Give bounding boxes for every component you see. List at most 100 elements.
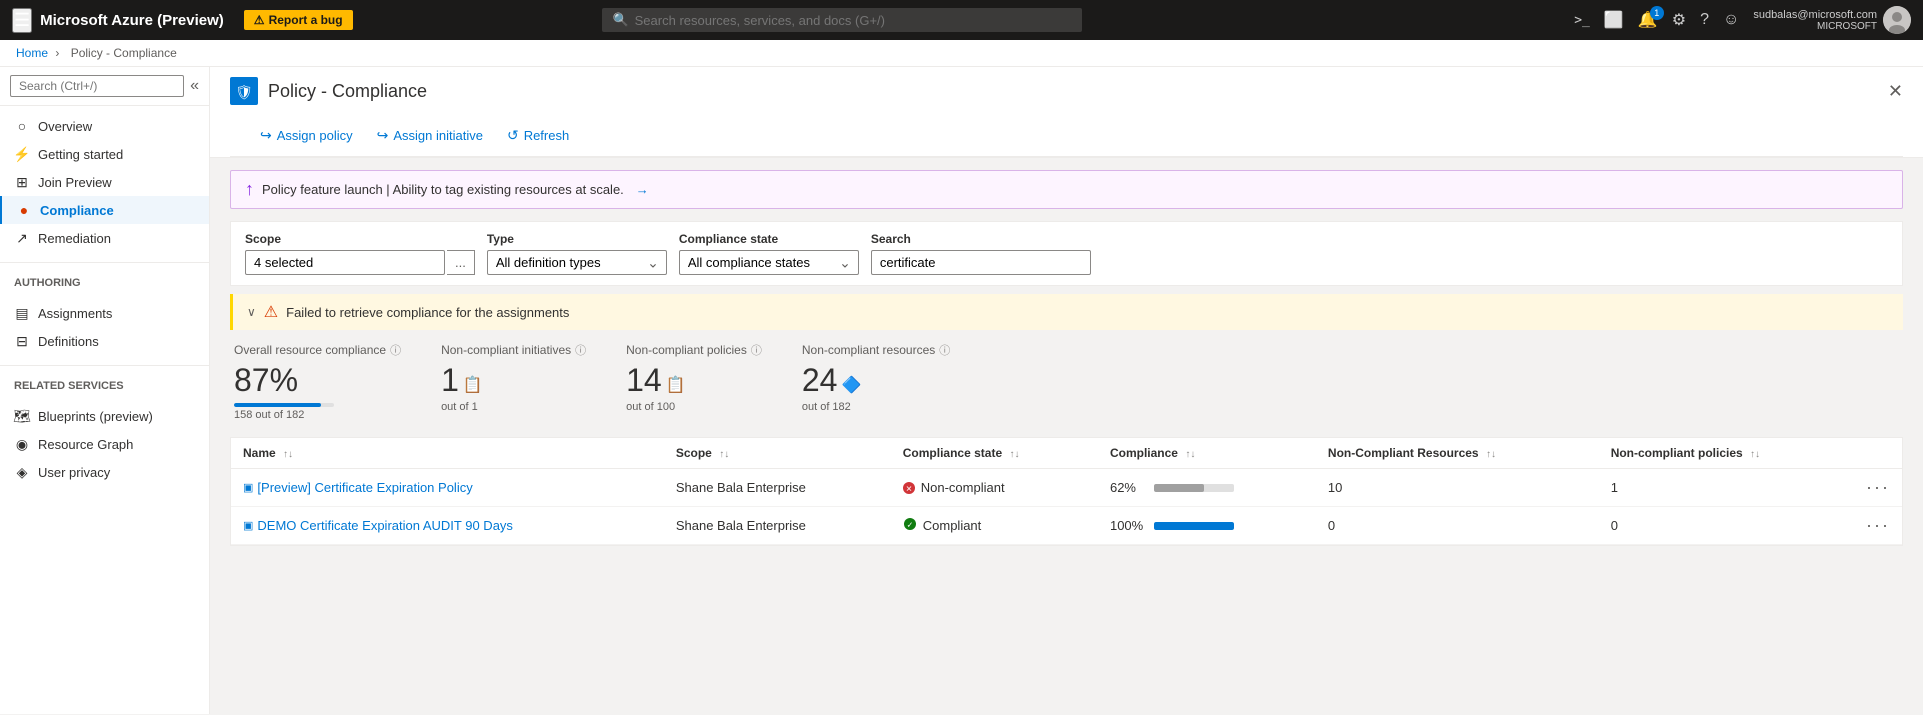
non-compliant-initiatives-value: 1 📋 bbox=[441, 362, 586, 399]
report-bug-button[interactable]: ⚠ Report a bug bbox=[244, 10, 353, 30]
row2-compliance-bar-wrap: 100% bbox=[1110, 518, 1304, 533]
terminal-icon[interactable]: >_ bbox=[1574, 13, 1590, 28]
row2-actions-cell: ··· bbox=[1854, 507, 1902, 545]
sidebar-item-resource-graph[interactable]: ◉ Resource Graph bbox=[0, 430, 209, 458]
resource-graph-icon: ◉ bbox=[14, 436, 30, 452]
col-scope[interactable]: Scope ↑↓ bbox=[664, 438, 891, 469]
row2-nc-policies-cell: 0 bbox=[1599, 507, 1854, 545]
breadcrumb-home[interactable]: Home bbox=[16, 46, 48, 60]
sidebar-item-remediation[interactable]: ↗ Remediation bbox=[0, 224, 209, 252]
alert-bar[interactable]: ∨ ⚠ Failed to retrieve compliance for th… bbox=[230, 294, 1903, 330]
sidebar-item-blueprints[interactable]: 🗺 Blueprints (preview) bbox=[0, 402, 209, 430]
non-compliant-resources-info-icon[interactable]: ⓘ bbox=[939, 342, 950, 358]
table-container: Name ↑↓ Scope ↑↓ Compliance state ↑↓ bbox=[230, 437, 1903, 546]
definitions-icon: ⊟ bbox=[14, 333, 30, 349]
overview-icon: ○ bbox=[14, 118, 30, 134]
type-select[interactable]: All definition types Built-in Custom bbox=[487, 250, 667, 275]
related-nav: 🗺 Blueprints (preview) ◉ Resource Graph … bbox=[0, 396, 209, 492]
sidebar-item-compliance[interactable]: ● Compliance bbox=[0, 196, 209, 224]
scope-sort-icon: ↑↓ bbox=[719, 449, 729, 460]
sidebar-item-overview[interactable]: ○ Overview bbox=[0, 112, 209, 140]
sidebar-item-getting-started-label: Getting started bbox=[38, 147, 123, 162]
help-icon[interactable]: ? bbox=[1700, 11, 1709, 29]
sidebar-collapse-button[interactable]: « bbox=[190, 77, 199, 95]
overall-compliance-bar-fill bbox=[234, 403, 321, 407]
refresh-icon: ↺ bbox=[507, 127, 519, 144]
col-compliance[interactable]: Compliance ↑↓ bbox=[1098, 438, 1316, 469]
row2-compliance-bar-fill bbox=[1154, 522, 1234, 530]
sidebar-item-getting-started[interactable]: ⚡ Getting started bbox=[0, 140, 209, 168]
sidebar-item-join-preview[interactable]: ⊞ Join Preview bbox=[0, 168, 209, 196]
scope-browse-button[interactable]: ... bbox=[447, 250, 475, 275]
alert-warning-icon: ⚠ bbox=[264, 302, 278, 322]
page-title: Policy - Compliance bbox=[268, 81, 427, 102]
authoring-nav: ▤ Assignments ⊟ Definitions bbox=[0, 293, 209, 361]
scope-input[interactable] bbox=[245, 250, 445, 275]
non-compliant-policies-info-icon[interactable]: ⓘ bbox=[751, 342, 762, 358]
related-section-label: Related Services bbox=[0, 370, 209, 396]
row2-more-button[interactable]: ··· bbox=[1866, 515, 1890, 535]
sidebar-item-join-preview-label: Join Preview bbox=[38, 175, 112, 190]
search-filter-input[interactable] bbox=[871, 250, 1091, 275]
banner-link[interactable]: → bbox=[636, 182, 649, 197]
col-compliance-state[interactable]: Compliance state ↑↓ bbox=[891, 438, 1098, 469]
row2-name-cell: ▣ DEMO Certificate Expiration AUDIT 90 D… bbox=[231, 507, 664, 545]
row2-policy-icon: ▣ bbox=[243, 519, 253, 532]
sidebar-nav: ○ Overview ⚡ Getting started ⊞ Join Prev… bbox=[0, 106, 209, 258]
page-header: 🛡 Policy - Compliance ✕ ↪ Assign policy … bbox=[210, 67, 1923, 158]
row1-status: ✕ Non-compliant bbox=[903, 480, 1086, 495]
close-button[interactable]: ✕ bbox=[1888, 81, 1903, 102]
overall-compliance-info-icon[interactable]: ⓘ bbox=[390, 342, 401, 358]
authoring-section-label: Authoring bbox=[0, 267, 209, 293]
sidebar-divider-1 bbox=[0, 262, 209, 263]
row2-compliance-cell: 100% bbox=[1098, 507, 1316, 545]
assign-initiative-icon: ↪ bbox=[377, 127, 389, 144]
state-sort-icon: ↑↓ bbox=[1009, 449, 1019, 460]
notifications-icon[interactable]: 🔔 1 bbox=[1638, 10, 1658, 30]
row2-name-link[interactable]: ▣ DEMO Certificate Expiration AUDIT 90 D… bbox=[243, 518, 652, 533]
breadcrumb: Home › Policy - Compliance bbox=[0, 40, 1923, 67]
row1-more-button[interactable]: ··· bbox=[1866, 477, 1890, 497]
col-non-compliant-policies[interactable]: Non-compliant policies ↑↓ bbox=[1599, 438, 1854, 469]
col-actions bbox=[1854, 438, 1902, 469]
hamburger-button[interactable]: ☰ bbox=[12, 8, 32, 33]
sidebar-item-user-privacy[interactable]: ◈ User privacy bbox=[0, 458, 209, 486]
search-input[interactable] bbox=[635, 13, 1073, 28]
page-icon: 🛡 bbox=[230, 77, 258, 105]
svg-text:✓: ✓ bbox=[906, 521, 913, 530]
table-row: ▣ DEMO Certificate Expiration AUDIT 90 D… bbox=[231, 507, 1902, 545]
col-non-compliant-resources[interactable]: Non-Compliant Resources ↑↓ bbox=[1316, 438, 1599, 469]
type-select-wrapper: All definition types Built-in Custom bbox=[487, 250, 667, 275]
topbar-icons: >_ ⬜ 🔔 1 ⚙ ? ☺ sudbalas@microsoft.com MI… bbox=[1574, 6, 1911, 34]
row2-status-dot: ✓ bbox=[903, 517, 917, 534]
type-filter: Type All definition types Built-in Custo… bbox=[487, 232, 667, 275]
sidebar-search-input[interactable] bbox=[10, 75, 184, 97]
compliance-state-select[interactable]: All compliance states Compliant Non-comp… bbox=[679, 250, 859, 275]
stat-overall-compliance: Overall resource compliance ⓘ 87% 158 ou… bbox=[234, 342, 401, 421]
avatar[interactable] bbox=[1883, 6, 1911, 34]
row1-nc-policies-cell: 1 bbox=[1599, 469, 1854, 507]
blueprints-icon: 🗺 bbox=[14, 408, 30, 424]
non-compliant-initiatives-info-icon[interactable]: ⓘ bbox=[575, 342, 586, 358]
row2-nc-resources-cell: 0 bbox=[1316, 507, 1599, 545]
user-menu[interactable]: sudbalas@microsoft.com MICROSOFT bbox=[1753, 6, 1911, 34]
scope-filter: Scope ... bbox=[245, 232, 475, 275]
sidebar: « ○ Overview ⚡ Getting started ⊞ Join Pr… bbox=[0, 67, 210, 714]
non-compliant-resources-label: Non-compliant resources bbox=[802, 343, 935, 357]
non-compliant-resources-sub: out of 182 bbox=[802, 401, 950, 413]
non-compliant-initiatives-label: Non-compliant initiatives bbox=[441, 343, 571, 357]
sidebar-item-assignments[interactable]: ▤ Assignments bbox=[0, 299, 209, 327]
row1-name-link[interactable]: ▣ [Preview] Certificate Expiration Polic… bbox=[243, 480, 652, 495]
refresh-button[interactable]: ↺ Refresh bbox=[497, 123, 579, 148]
assign-initiative-button[interactable]: ↪ Assign initiative bbox=[367, 123, 493, 148]
sidebar-item-definitions[interactable]: ⊟ Definitions bbox=[0, 327, 209, 355]
scope-label: Scope bbox=[245, 232, 475, 246]
feedback-icon[interactable]: ☺ bbox=[1723, 11, 1739, 29]
settings-icon[interactable]: ⚙ bbox=[1672, 10, 1686, 30]
col-name[interactable]: Name ↑↓ bbox=[231, 438, 664, 469]
assign-policy-button[interactable]: ↪ Assign policy bbox=[250, 123, 363, 148]
info-banner: ↑ Policy feature launch | Ability to tag… bbox=[230, 170, 1903, 209]
row1-actions-cell: ··· bbox=[1854, 469, 1902, 507]
portal-icon[interactable]: ⬜ bbox=[1604, 10, 1624, 30]
sidebar-divider-2 bbox=[0, 365, 209, 366]
